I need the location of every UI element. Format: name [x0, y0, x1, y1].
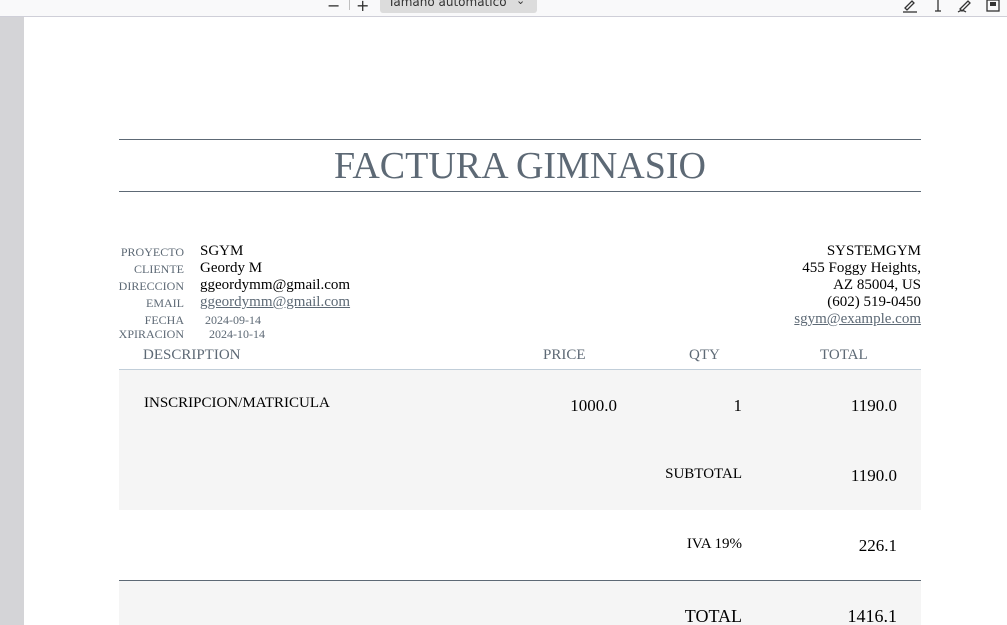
item-price: 1000.0	[570, 396, 617, 415]
tax-row: IVA 19% 226.1	[119, 510, 921, 580]
text-tool-icon[interactable]	[930, 0, 946, 13]
toolbar-separator	[349, 0, 350, 10]
client-email-link[interactable]: ggeordymm@gmail.com	[200, 294, 350, 311]
tax-value: 226.1	[858, 536, 897, 555]
draw-icon[interactable]	[957, 0, 973, 13]
chevron-down-icon: ⌄	[516, 0, 526, 7]
meta-label: PROYECTO	[120, 245, 184, 259]
meta-value: SGYM	[200, 243, 244, 259]
table-header: DESCRIPTION PRICE QTY TOTAL	[119, 343, 921, 370]
company-address-line1: 455 Foggy Heights,	[802, 260, 921, 276]
viewer-sidebar-gutter	[0, 17, 24, 625]
meta-label: XPIRACION	[118, 327, 184, 341]
invoice-header: FACTURA GIMNASIO	[119, 139, 921, 192]
item-description: INSCRIPCION/MATRICULA	[144, 395, 330, 411]
item-qty: 1	[733, 396, 743, 415]
grand-total-row: TOTAL 1416.1	[119, 580, 921, 625]
subtotal-value: 1190.0	[850, 466, 897, 485]
meta-label: FECHA	[144, 313, 184, 327]
meta-value: 2024-10-14	[209, 327, 265, 341]
company-phone: (602) 519-0450	[827, 294, 921, 310]
column-header-qty: QTY	[689, 347, 720, 363]
grand-total-value: 1416.1	[847, 606, 898, 625]
zoom-out-button[interactable]: −	[327, 0, 340, 15]
invoice-title: FACTURA GIMNASIO	[334, 145, 706, 187]
company-email-link[interactable]: sgym@example.com	[794, 311, 921, 328]
subtotal-label: SUBTOTAL	[665, 466, 742, 482]
zoom-select-value: Tamaño automático	[388, 0, 507, 9]
invoice-table: DESCRIPTION PRICE QTY TOTAL INSCRIPCION/…	[119, 343, 921, 625]
table-row: INSCRIPCION/MATRICULA 1000.0 1 1190.0	[119, 370, 921, 440]
meta-label: DIRECCION	[118, 279, 184, 293]
company-details: SYSTEMGYM 455 Foggy Heights, AZ 85004, U…	[794, 243, 921, 328]
column-header-description: DESCRIPTION	[143, 347, 241, 363]
stamp-image-icon[interactable]	[985, 0, 1001, 13]
viewer-toolbar: − + Tamaño automático ⌄	[0, 0, 1007, 17]
meta-value: Geordy M	[200, 260, 263, 276]
zoom-in-button[interactable]: +	[356, 0, 369, 15]
highlight-icon[interactable]	[902, 0, 918, 13]
meta-value: ggeordymm@gmail.com	[200, 277, 351, 293]
item-total: 1190.0	[850, 396, 897, 415]
company-name: SYSTEMGYM	[826, 243, 921, 259]
company-address-line2: AZ 85004, US	[833, 277, 921, 293]
zoom-select[interactable]: Tamaño automático ⌄	[380, 0, 537, 13]
column-header-total: TOTAL	[820, 347, 868, 363]
tax-label: IVA 19%	[686, 536, 742, 552]
column-header-price: PRICE	[543, 347, 586, 363]
meta-value: 2024-09-14	[205, 313, 261, 327]
meta-label: CLIENTE	[134, 262, 184, 276]
grand-total-label: TOTAL	[684, 606, 742, 625]
meta-label: EMAIL	[146, 296, 184, 310]
subtotal-row: SUBTOTAL 1190.0	[119, 440, 921, 510]
